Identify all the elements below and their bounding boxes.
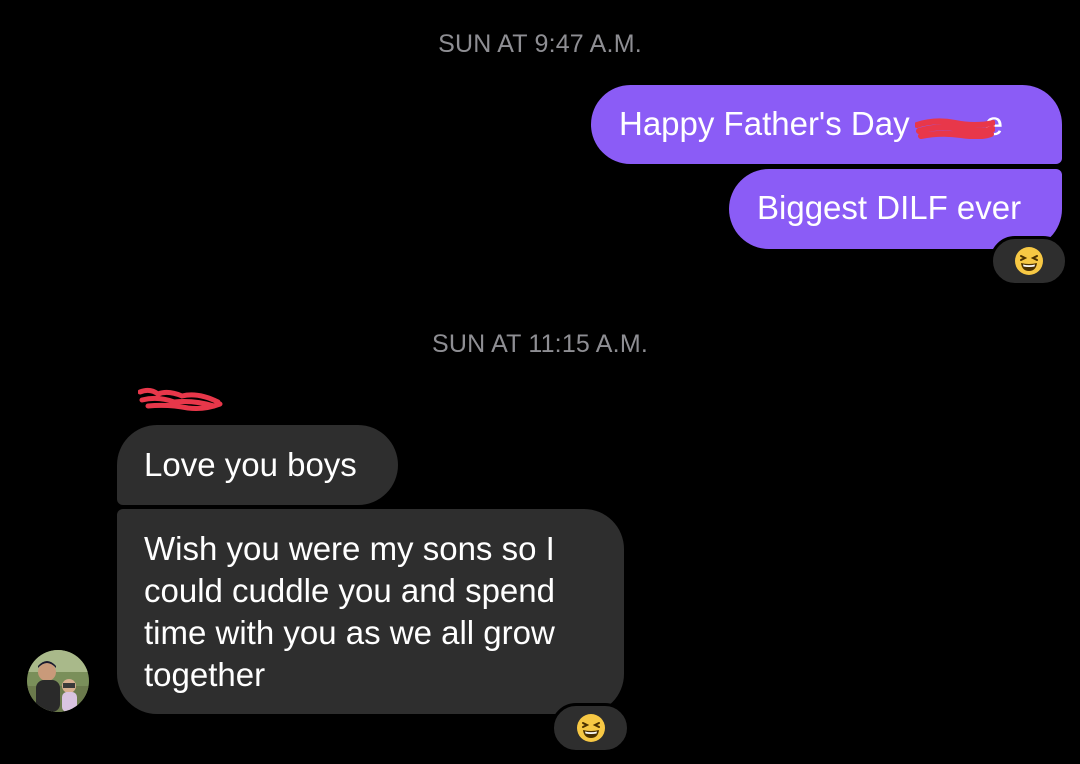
received-message-1[interactable]: Love you boys xyxy=(117,425,398,505)
avatar[interactable] xyxy=(27,650,89,712)
reaction-badge-2[interactable] xyxy=(551,703,630,753)
redacted-sender-name-icon xyxy=(138,387,223,411)
redacted-name xyxy=(914,103,995,145)
timestamp-1: SUN AT 9:47 A.M. xyxy=(438,30,642,58)
avatar-photo-icon xyxy=(27,650,89,712)
timestamp-2: SUN AT 11:15 A.M. xyxy=(432,330,648,358)
reaction-badge-1[interactable] xyxy=(990,236,1068,286)
sent-message-1[interactable]: Happy Father's Day e xyxy=(591,85,1062,164)
message-text: Happy Father's Day xyxy=(619,105,919,142)
redaction-scribble-icon xyxy=(914,118,995,139)
received-message-2[interactable]: Wish you were my sons so I could cuddle … xyxy=(117,509,624,714)
laughing-emoji-icon xyxy=(1015,247,1043,275)
laughing-emoji-icon xyxy=(576,714,605,742)
